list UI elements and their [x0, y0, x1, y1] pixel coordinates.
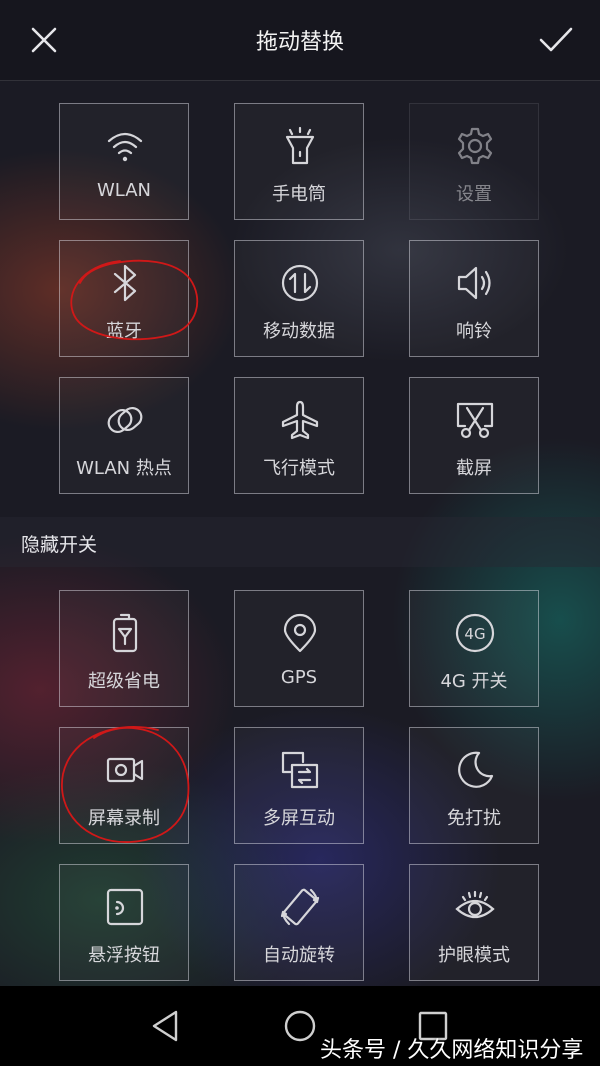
airplane-icon — [280, 400, 320, 440]
tile-label: 4G 开关 — [440, 671, 508, 692]
active-switch-grid: WLAN 手电筒 设置 蓝牙 移动数据 响铃 WLAN 热点 飞行模式 截屏 — [59, 103, 541, 494]
tile-label: 设置 — [456, 184, 492, 205]
watermark: 头条号 / 久久网络知识分享 — [320, 1038, 584, 1063]
confirm-button[interactable] — [536, 22, 576, 58]
top-bar: 拖动替换 — [0, 0, 600, 81]
tile-eye-comfort[interactable]: 护眼模式 — [409, 864, 539, 981]
back-triangle-icon — [152, 1010, 178, 1042]
floating-button-icon — [105, 887, 145, 927]
hidden-switch-grid: 超级省电 GPS 4G 4G 开关 屏幕录制 多屏互动 免打扰 悬浮按钮 自动旋… — [59, 590, 541, 981]
tile-label: 超级省电 — [88, 671, 160, 692]
tile-label: 护眼模式 — [438, 945, 510, 966]
tile-label: 免打扰 — [447, 808, 501, 829]
home-button[interactable] — [282, 1008, 318, 1044]
tile-screen-record[interactable]: 屏幕录制 — [59, 727, 189, 844]
tile-label: 飞行模式 — [263, 458, 335, 479]
hidden-switches-header: 隐藏开关 — [0, 517, 600, 567]
bluetooth-icon — [105, 263, 145, 303]
tile-4g-switch[interactable]: 4G 4G 开关 — [409, 590, 539, 707]
tile-label: 多屏互动 — [263, 808, 335, 829]
auto-rotate-icon — [280, 887, 320, 927]
tile-label: 移动数据 — [263, 321, 335, 342]
tile-label: GPS — [280, 667, 318, 688]
gear-icon — [455, 126, 495, 166]
eye-icon — [455, 887, 495, 927]
tile-label: WLAN — [96, 180, 152, 201]
4g-icon: 4G — [455, 613, 495, 653]
tile-label: WLAN 热点 — [76, 458, 172, 479]
home-circle-icon — [284, 1010, 316, 1042]
tile-label: 悬浮按钮 — [88, 945, 160, 966]
tile-floating-button[interactable]: 悬浮按钮 — [59, 864, 189, 981]
section-title: 隐藏开关 — [21, 534, 98, 556]
tile-label: 手电筒 — [272, 184, 326, 205]
hotspot-icon — [105, 400, 145, 440]
tile-label: 响铃 — [456, 321, 492, 342]
screenshot-icon — [455, 400, 495, 440]
speaker-icon — [455, 263, 495, 303]
screen-record-icon — [105, 750, 145, 790]
tile-bluetooth[interactable]: 蓝牙 — [59, 240, 189, 357]
tile-gps[interactable]: GPS — [234, 590, 364, 707]
tile-label: 蓝牙 — [106, 321, 142, 342]
tile-ringer[interactable]: 响铃 — [409, 240, 539, 357]
page-title: 拖动替换 — [255, 30, 344, 55]
tile-multi-screen[interactable]: 多屏互动 — [234, 727, 364, 844]
tile-label: 自动旋转 — [263, 945, 335, 966]
tile-label: 截屏 — [456, 458, 492, 479]
tile-label: 屏幕录制 — [88, 808, 160, 829]
wifi-icon — [105, 126, 145, 166]
svg-text:4G: 4G — [464, 625, 485, 643]
tile-wlan[interactable]: WLAN — [59, 103, 189, 220]
tile-screenshot[interactable]: 截屏 — [409, 377, 539, 494]
location-pin-icon — [280, 613, 320, 653]
mobile-data-icon — [280, 263, 320, 303]
multi-screen-icon — [280, 750, 320, 790]
back-button[interactable] — [148, 1008, 184, 1044]
tile-do-not-disturb[interactable]: 免打扰 — [409, 727, 539, 844]
tile-airplane[interactable]: 飞行模式 — [234, 377, 364, 494]
tile-flashlight[interactable]: 手电筒 — [234, 103, 364, 220]
tile-auto-rotate[interactable]: 自动旋转 — [234, 864, 364, 981]
check-icon — [539, 27, 573, 52]
tile-hotspot[interactable]: WLAN 热点 — [59, 377, 189, 494]
battery-saver-icon — [105, 613, 145, 653]
tile-settings[interactable]: 设置 — [409, 103, 539, 220]
flashlight-icon — [280, 126, 320, 166]
tile-mobile-data[interactable]: 移动数据 — [234, 240, 364, 357]
moon-icon — [455, 750, 495, 790]
tile-super-power-saving[interactable]: 超级省电 — [59, 590, 189, 707]
